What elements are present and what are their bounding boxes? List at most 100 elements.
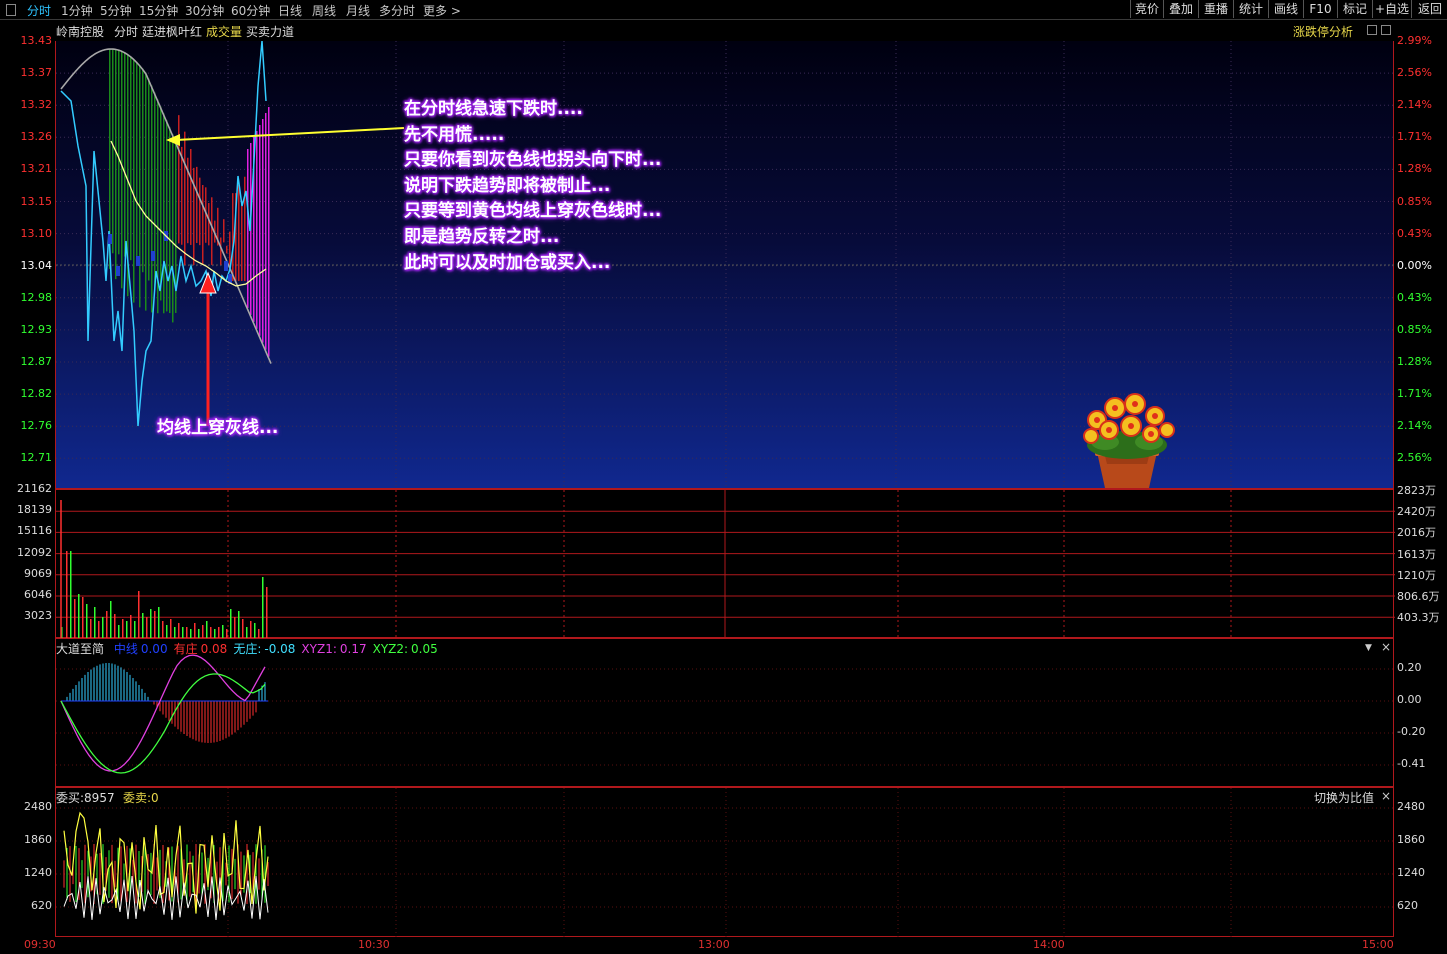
tab-fenshi[interactable]: 分时 xyxy=(27,2,51,19)
histogram-bar xyxy=(247,149,249,308)
tab-5min[interactable]: 5分钟 xyxy=(100,2,132,19)
volume-bar xyxy=(134,621,136,639)
expand-icon[interactable] xyxy=(1367,25,1377,35)
bid-tick-label: 1240 xyxy=(24,866,52,879)
time-axis: 09:30 10:30 13:00 14:00 15:00 xyxy=(0,937,1447,954)
indicator-tag[interactable]: 廷进枫叶红 xyxy=(142,23,202,40)
volume-tick-label: 9069 xyxy=(24,566,52,580)
replay-button[interactable]: 重播 xyxy=(1198,0,1233,18)
chevron-right-icon: > xyxy=(447,4,461,18)
bid-tick-label: 620 xyxy=(31,899,52,912)
volume-bar xyxy=(254,623,256,639)
bid-tick-label: 2480 xyxy=(1397,800,1425,813)
volume-bar xyxy=(94,607,96,639)
volume-bar xyxy=(90,619,92,639)
price-marker xyxy=(151,251,155,261)
indicator-item-value: 0.05 xyxy=(411,642,438,656)
indicator-item-label: 中线 xyxy=(113,642,138,656)
volume-tick-label: 1210万 xyxy=(1397,568,1436,582)
mode-label: 分时 xyxy=(114,25,139,39)
volume-tick-label: 403.3万 xyxy=(1397,611,1440,625)
volume-bar xyxy=(82,597,84,639)
volume-bar xyxy=(238,611,240,639)
indicator-name[interactable]: 大道至简 xyxy=(56,642,104,656)
tab-daily[interactable]: 日线 xyxy=(278,2,302,19)
indicator-chart[interactable] xyxy=(55,638,1395,787)
tab-more[interactable]: 更多 > xyxy=(423,2,461,19)
volume-bar xyxy=(146,617,148,639)
volume-bar xyxy=(262,577,264,639)
indicator-tick-label: -0.20 xyxy=(1397,725,1426,738)
annotation-line: 即是趋势反转之时... xyxy=(404,226,560,247)
mark-button[interactable]: 标记 xyxy=(1337,0,1372,18)
histogram-bar xyxy=(124,52,126,257)
tab-monthly[interactable]: 月线 xyxy=(346,2,370,19)
volume-tick-label: 15116 xyxy=(17,524,52,538)
buy-label: 委买:8957 xyxy=(56,791,115,805)
shrink-icon[interactable] xyxy=(1381,25,1391,35)
volume-bar xyxy=(158,607,160,639)
panel-toggle-icon[interactable] xyxy=(6,4,16,16)
volume-tick-label: 12092 xyxy=(17,545,52,559)
histogram-bar xyxy=(223,219,225,243)
volume-bar xyxy=(242,619,244,639)
volume-tick-label: 3023 xyxy=(24,609,52,623)
tab-30min[interactable]: 30分钟 xyxy=(185,2,224,19)
pct-tick-label: 1.71% xyxy=(1397,130,1432,144)
overlay-button[interactable]: 叠加 xyxy=(1163,0,1198,18)
volume-bar xyxy=(230,609,232,639)
flower-pot-icon xyxy=(1083,393,1175,488)
histogram-bar xyxy=(121,51,123,289)
histogram-bar xyxy=(181,146,183,245)
price-tick-label: 13.43 xyxy=(20,34,53,47)
histogram-bar xyxy=(268,107,270,357)
volume-bar xyxy=(122,619,124,639)
pct-tick-label: 0.85% xyxy=(1397,322,1432,336)
auction-button[interactable]: 竞价 xyxy=(1130,0,1163,18)
buysell-tag[interactable]: 买卖力道 xyxy=(246,23,294,40)
volume-bar xyxy=(206,621,208,639)
indicator-svg xyxy=(56,654,1395,774)
volume-bar xyxy=(126,621,128,639)
limit-analysis-link[interactable]: 涨跌停分析 xyxy=(1293,23,1353,40)
volume-chart[interactable] xyxy=(55,489,1395,639)
close-icon[interactable]: × xyxy=(1381,789,1391,803)
draw-button[interactable]: 画线 xyxy=(1268,0,1303,18)
tab-15min[interactable]: 15分钟 xyxy=(139,2,178,19)
close-icon[interactable]: × xyxy=(1381,640,1391,654)
bid-ask-chart[interactable] xyxy=(55,787,1395,938)
indicator-item-label: XYZ1: xyxy=(301,642,337,656)
price-tick-label: 13.04 xyxy=(20,258,53,272)
histogram-bar xyxy=(220,237,222,265)
histogram-bar xyxy=(202,184,204,265)
switch-ratio-button[interactable]: 切换为比值 xyxy=(1314,789,1374,806)
time-tick-label: 09:30 xyxy=(24,938,56,951)
add-watchlist-button[interactable]: +自选 xyxy=(1372,0,1411,18)
volume-bar xyxy=(266,587,268,639)
price-marker xyxy=(108,234,112,244)
histogram-bar xyxy=(208,203,210,246)
volume-tag[interactable]: 成交量 xyxy=(206,23,242,40)
tab-60min[interactable]: 60分钟 xyxy=(231,2,270,19)
volume-tick-label: 6046 xyxy=(24,588,52,601)
f10-button[interactable]: F10 xyxy=(1303,0,1337,18)
dropdown-icon[interactable]: ▼ xyxy=(1365,643,1372,653)
volume-svg xyxy=(56,490,1395,639)
time-tick-label: 10:30 xyxy=(358,938,390,951)
back-button[interactable]: 返回 xyxy=(1411,0,1447,18)
volume-bar xyxy=(222,625,224,639)
tab-multi-day[interactable]: 多分时 xyxy=(379,2,415,19)
stats-button[interactable]: 统计 xyxy=(1233,0,1268,18)
volume-bar xyxy=(170,619,172,639)
volume-bar xyxy=(114,614,116,639)
histogram-bar xyxy=(226,245,228,254)
volume-tick-label: 806.6万 xyxy=(1397,590,1440,603)
histogram-bar xyxy=(241,201,243,281)
tab-1min[interactable]: 1分钟 xyxy=(61,2,93,19)
price-tick-label: 12.87 xyxy=(20,355,53,368)
tab-weekly[interactable]: 周线 xyxy=(312,2,336,19)
indicator-item-label: 无庄: xyxy=(233,642,262,656)
volume-bar xyxy=(86,604,88,639)
volume-tick-label: 2016万 xyxy=(1397,526,1436,540)
bid-tick-label: 1860 xyxy=(1397,833,1425,846)
